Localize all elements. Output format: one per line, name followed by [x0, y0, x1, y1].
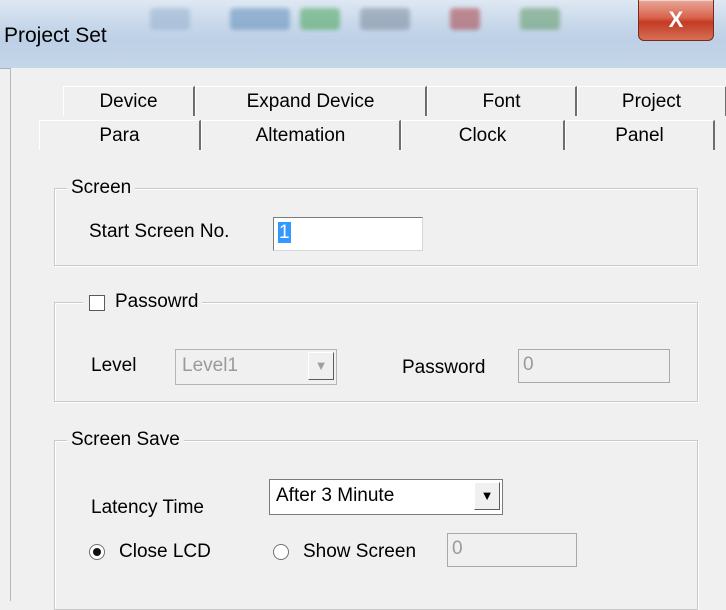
- screen-legend: Screen: [67, 177, 136, 199]
- tab-font[interactable]: Font: [427, 86, 577, 116]
- screen-group: Screen Start Screen No. 1: [54, 177, 698, 266]
- password-group: Passowrd Level Level1 ▼ Password 0: [54, 291, 698, 402]
- show-screen-input[interactable]: 0: [447, 533, 577, 567]
- password-value: 0: [523, 354, 534, 375]
- close-lcd-radio[interactable]: [89, 544, 105, 560]
- level-label: Level: [91, 355, 137, 376]
- background-blur: [450, 8, 480, 30]
- background-blur: [300, 8, 340, 30]
- password-checkbox[interactable]: [89, 295, 105, 311]
- password-input[interactable]: 0: [518, 349, 670, 383]
- chevron-down-icon[interactable]: ▼: [308, 352, 334, 380]
- level-select[interactable]: Level1 ▼: [175, 349, 337, 385]
- background-blur: [230, 8, 290, 30]
- show-screen-value: 0: [452, 538, 463, 559]
- background-blur: [360, 8, 410, 30]
- password-label: Password: [402, 357, 486, 378]
- latency-time-value: After 3 Minute: [276, 485, 395, 506]
- tab-panel[interactable]: Panel: [565, 120, 715, 150]
- tab-row-back: Device Expand Device Font Project: [63, 86, 726, 116]
- background-blur: [520, 8, 560, 30]
- start-screen-value: 1: [278, 222, 291, 243]
- latency-time-label: Latency Time: [91, 497, 204, 518]
- background-blur: [150, 8, 190, 30]
- latency-time-select[interactable]: After 3 Minute ▼: [269, 479, 503, 515]
- tab-expand-device[interactable]: Expand Device: [195, 86, 427, 116]
- window-title: Project Set: [4, 24, 107, 47]
- close-lcd-label: Close LCD: [119, 541, 211, 562]
- tab-clock[interactable]: Clock: [401, 120, 565, 150]
- show-screen-label: Show Screen: [303, 541, 417, 562]
- tab-row-front: Para Altemation Clock Panel: [39, 120, 715, 150]
- screen-save-group: Screen Save Latency Time After 3 Minute …: [54, 429, 698, 610]
- title-bar: Project Set X: [0, 0, 726, 69]
- dialog-body: Device Expand Device Font Project Para A…: [10, 68, 726, 610]
- level-value: Level1: [182, 355, 238, 376]
- show-screen-radio[interactable]: [273, 544, 289, 560]
- tab-device[interactable]: Device: [63, 86, 195, 116]
- start-screen-label: Start Screen No.: [89, 221, 230, 242]
- tab-project[interactable]: Project: [577, 86, 726, 116]
- chevron-down-icon[interactable]: ▼: [474, 482, 500, 510]
- start-screen-input[interactable]: 1: [273, 217, 423, 251]
- tab-para[interactable]: Para: [39, 120, 201, 150]
- close-icon: X: [668, 7, 684, 32]
- close-button[interactable]: X: [638, 0, 714, 41]
- screen-save-legend: Screen Save: [67, 429, 184, 451]
- tab-altemation[interactable]: Altemation: [201, 120, 401, 150]
